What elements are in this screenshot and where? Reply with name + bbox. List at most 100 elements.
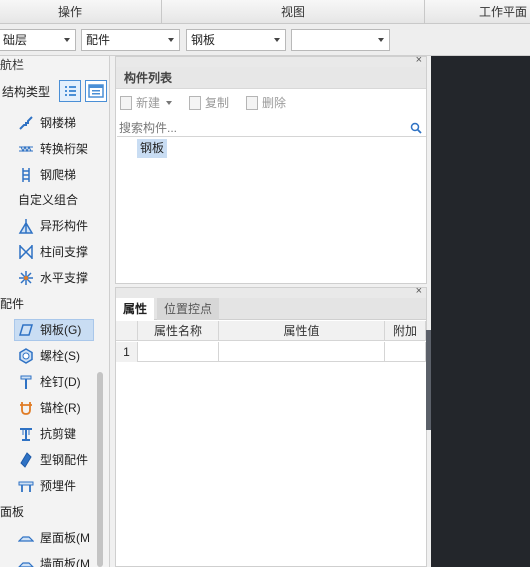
menu-workplane[interactable]: 工作平面 bbox=[425, 0, 530, 24]
custom-group-heading[interactable]: 自定义组合 bbox=[18, 188, 78, 212]
copy-icon bbox=[189, 96, 201, 110]
search-icon[interactable] bbox=[410, 122, 422, 134]
panel-group-heading[interactable]: 面板 bbox=[0, 500, 24, 524]
nav-item-steel-stair[interactable]: 钢楼梯 bbox=[0, 111, 100, 135]
steel-plate-icon bbox=[18, 324, 34, 336]
navigation-title: 航栏 bbox=[0, 58, 25, 72]
type-select-value: 钢板 bbox=[191, 33, 216, 47]
panel-header: × bbox=[116, 54, 426, 67]
window-view-button[interactable] bbox=[85, 80, 107, 102]
drawing-canvas[interactable] bbox=[431, 56, 530, 567]
structure-type-label: 结构类型 bbox=[2, 85, 51, 99]
cell-extra[interactable] bbox=[385, 342, 426, 362]
close-icon[interactable]: × bbox=[416, 285, 422, 297]
nav-item-label: 转换桁架 bbox=[40, 142, 89, 156]
row-number: 1 bbox=[116, 342, 138, 362]
nav-item-label: 锚栓(R) bbox=[40, 401, 81, 415]
floor-select[interactable]: 础层 bbox=[0, 29, 76, 51]
new-button[interactable]: 新建 bbox=[120, 93, 173, 113]
nav-item-label: 抗剪键 bbox=[40, 427, 77, 441]
nav-item-label: 预埋件 bbox=[40, 479, 77, 493]
toolbar: 础层 配件 钢板 bbox=[0, 24, 530, 56]
delete-label: 删除 bbox=[262, 96, 287, 110]
new-label: 新建 bbox=[136, 96, 161, 110]
nav-item-steel-ladder[interactable]: 钢爬梯 bbox=[0, 163, 100, 187]
nav-item-anchor-bolt[interactable]: 锚栓(R) bbox=[0, 396, 100, 420]
chevron-down-icon bbox=[274, 38, 280, 42]
cell-property-name[interactable] bbox=[138, 342, 219, 362]
bolt-icon bbox=[19, 348, 33, 364]
nav-item-special-member[interactable]: 异形构件 bbox=[0, 214, 100, 238]
column-property-value[interactable]: 属性值 bbox=[219, 321, 385, 341]
menu-bar: 操作 视图 工作平面 bbox=[0, 0, 530, 24]
component-list-title: 构件列表 bbox=[124, 71, 173, 85]
column-extra[interactable]: 附加 bbox=[385, 321, 426, 341]
search-placeholder: 搜索构件... bbox=[119, 121, 178, 135]
delete-button[interactable]: 删除 bbox=[246, 93, 286, 113]
nav-item-label: 柱间支撑 bbox=[40, 245, 89, 259]
navigation-panel: 航栏 结构类型 钢楼梯 转换桁架 钢爬梯 自定义组合 异形构件 柱间支撑 水平支… bbox=[0, 56, 110, 567]
menu-operate[interactable]: 操作 bbox=[0, 0, 140, 24]
properties-grid-header: 属性名称 属性值 附加 bbox=[116, 321, 426, 341]
nav-item-transfer-truss[interactable]: 转换桁架 bbox=[0, 137, 100, 161]
panel-header: × bbox=[116, 285, 426, 298]
list-view-button[interactable] bbox=[59, 80, 81, 102]
nav-item-label: 墙面板(M bbox=[40, 557, 90, 567]
steel-stair-icon bbox=[19, 116, 33, 130]
nav-item-label: 栓钉(D) bbox=[40, 375, 81, 389]
tab-position-points[interactable]: 位置控点 bbox=[157, 298, 220, 320]
chevron-down-icon bbox=[378, 38, 384, 42]
nav-item-label: 型钢配件 bbox=[40, 453, 89, 467]
nav-item-embedded-part[interactable]: 预埋件 bbox=[0, 474, 100, 498]
instance-select[interactable] bbox=[291, 29, 390, 51]
nav-item-column-brace[interactable]: 柱间支撑 bbox=[0, 240, 100, 264]
nav-item-section-steel-fitting[interactable]: 型钢配件 bbox=[0, 448, 100, 472]
chevron-down-icon bbox=[166, 101, 173, 105]
nav-item-stud[interactable]: 栓钉(D) bbox=[0, 370, 100, 394]
nav-item-label: 螺栓(S) bbox=[40, 349, 80, 363]
component-list-item[interactable]: 钢板 bbox=[137, 139, 168, 158]
nav-item-horizontal-brace[interactable]: 水平支撑 bbox=[0, 266, 100, 290]
stud-icon bbox=[20, 375, 32, 389]
new-icon bbox=[120, 96, 132, 110]
horizontal-brace-icon bbox=[19, 271, 33, 285]
nav-item-label: 钢爬梯 bbox=[40, 168, 77, 182]
menu-view[interactable]: 视图 bbox=[162, 0, 424, 24]
category-select-value: 配件 bbox=[86, 33, 111, 47]
type-select[interactable]: 钢板 bbox=[186, 29, 286, 51]
component-list-panel: × 构件列表 新建 复制 删除 搜索构件... 钢板 bbox=[115, 54, 427, 284]
cell-property-value[interactable] bbox=[219, 342, 385, 362]
nav-item-steel-plate[interactable]: 钢板(G) bbox=[0, 318, 100, 342]
chevron-down-icon bbox=[168, 38, 174, 42]
copy-button[interactable]: 复制 bbox=[189, 93, 229, 113]
transfer-truss-icon bbox=[19, 145, 33, 153]
nav-item-wall-panel[interactable]: 墙面板(M bbox=[0, 552, 100, 567]
chevron-down-icon bbox=[64, 38, 70, 42]
roof-panel-icon bbox=[18, 536, 34, 542]
nav-item-label: 屋面板(M bbox=[40, 531, 90, 545]
table-row[interactable]: 1 bbox=[116, 342, 426, 362]
copy-label: 复制 bbox=[205, 96, 230, 110]
component-search-input[interactable]: 搜索构件... bbox=[117, 119, 426, 137]
column-property-name[interactable]: 属性名称 bbox=[138, 321, 219, 341]
anchor-bolt-icon bbox=[20, 402, 32, 415]
nav-item-shear-key[interactable]: 抗剪键 bbox=[0, 422, 100, 446]
special-member-icon bbox=[18, 219, 34, 234]
section-steel-fitting-icon bbox=[20, 452, 32, 468]
component-list-title-bar: 构件列表 bbox=[116, 67, 426, 89]
shear-key-icon bbox=[20, 428, 32, 441]
tab-properties[interactable]: 属性 bbox=[116, 298, 155, 321]
floor-select-value: 础层 bbox=[3, 33, 28, 47]
nav-item-label: 钢楼梯 bbox=[40, 116, 77, 130]
nav-item-label: 水平支撑 bbox=[40, 271, 89, 285]
nav-item-roof-panel[interactable]: 屋面板(M bbox=[0, 526, 100, 550]
list-view-icon bbox=[65, 86, 76, 96]
fittings-group-heading[interactable]: 配件 bbox=[0, 292, 24, 316]
navigation-scrollbar[interactable] bbox=[97, 372, 103, 567]
nav-item-bolt[interactable]: 螺栓(S) bbox=[0, 344, 100, 368]
close-icon[interactable]: × bbox=[416, 54, 422, 66]
properties-tabs: 属性 位置控点 bbox=[116, 298, 426, 321]
delete-icon bbox=[246, 96, 258, 110]
category-select[interactable]: 配件 bbox=[81, 29, 180, 51]
nav-item-label: 异形构件 bbox=[40, 219, 89, 233]
